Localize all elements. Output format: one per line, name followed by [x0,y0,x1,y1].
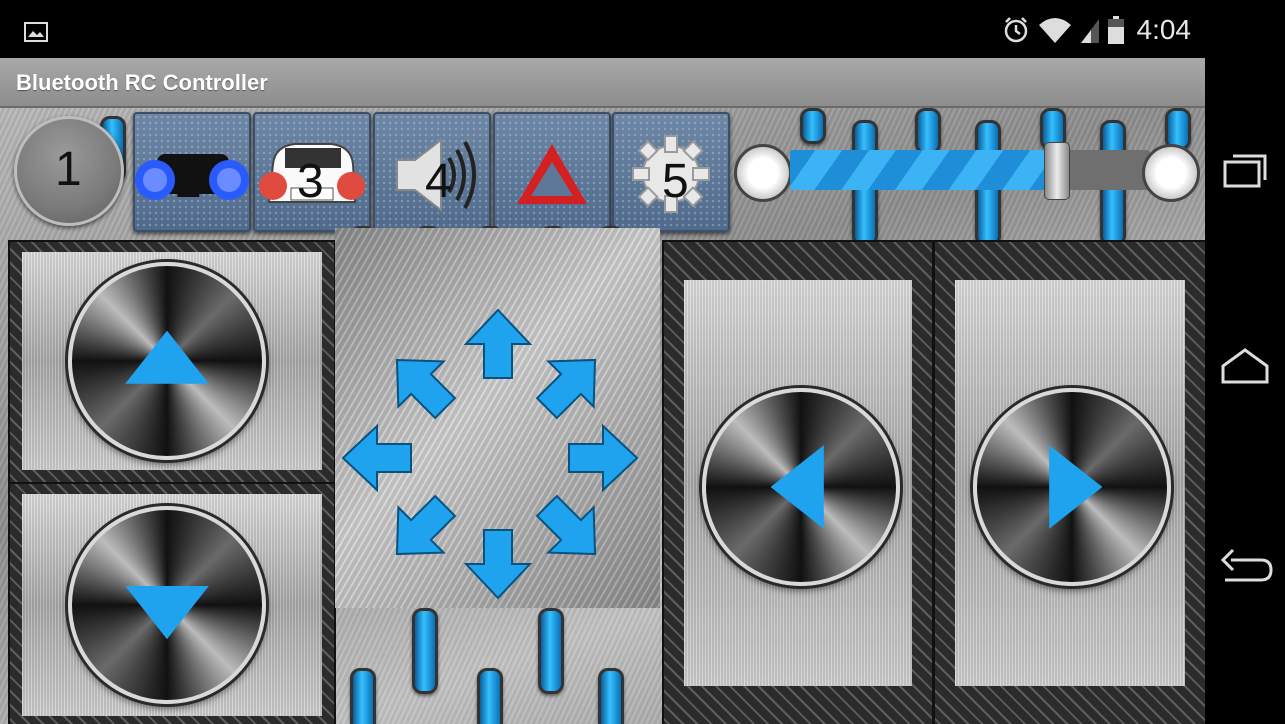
dpad-up-button[interactable] [460,306,536,382]
home-button[interactable] [1217,340,1273,396]
decor-slot [538,608,564,694]
home-icon [1221,348,1269,384]
action-bar: Bluetooth RC Controller [0,58,1205,108]
button-number: 4 [425,155,452,208]
decor-slot [477,668,503,724]
arrow-up-left-icon [395,358,457,420]
dpad-up-right-button[interactable] [533,346,609,422]
right-arrow-icon [1049,445,1103,529]
arrow-right-icon [568,423,639,493]
hazard-button[interactable] [493,112,611,232]
recents-button[interactable] [1217,144,1273,200]
button-number: 5 [662,155,689,208]
alarm-icon [1004,17,1027,43]
dpad [335,228,660,608]
navigation-bar [1205,0,1285,724]
dpad-down-right-button[interactable] [533,492,609,568]
button-number: 1 [55,143,82,196]
arrow-down-right-icon [535,494,597,556]
front-lights-toggle[interactable]: 1 [14,116,124,226]
back-button[interactable] [1217,540,1273,596]
battery-icon [1107,16,1124,44]
status-clock: 4:04 [1136,14,1192,45]
arrow-left-icon [341,423,412,493]
forward-button[interactable] [68,262,266,460]
dpad-down-button[interactable] [460,526,536,602]
arrow-up-right-icon [535,358,597,420]
arrow-up-icon [463,308,533,379]
slow-speed-icon [734,144,792,202]
rear-lights-button[interactable]: 3 [253,112,371,232]
speed-slider[interactable] [730,138,1205,202]
horn-button[interactable]: 4 [373,112,491,232]
hazard-triangle-icon [517,144,587,204]
toolbar: 1 2 3 4 5 [0,108,1205,238]
button-number: 2 [175,155,202,208]
back-icon [1220,548,1273,582]
controller-area: 1 2 3 4 5 [0,108,1205,724]
fast-speed-icon [1142,144,1200,202]
right-panel [933,240,1205,724]
wifi-icon [1038,18,1071,43]
decor-slot [412,608,438,694]
dpad-left-button[interactable] [339,420,415,496]
app-title: Bluetooth RC Controller [16,70,268,95]
backward-panel [8,482,336,724]
dpad-up-left-button[interactable] [383,346,459,422]
button-number: 3 [297,155,324,208]
image-icon [24,22,48,42]
police-lights-button[interactable]: 2 [133,112,251,232]
slider-thumb[interactable] [1044,142,1071,200]
arrow-down-left-icon [395,494,457,556]
decor-slot [350,668,376,724]
left-panel [662,240,934,724]
forward-panel [8,240,336,484]
dpad-down-left-button[interactable] [383,492,459,568]
recents-icon [1223,154,1267,188]
settings-button[interactable]: 5 [612,112,730,232]
status-bar: 4:04 [0,0,1205,58]
up-arrow-icon [125,330,209,384]
left-arrow-icon [770,445,824,529]
dpad-right-button[interactable] [565,420,641,496]
left-button[interactable] [702,388,900,586]
slider-track [790,150,1150,190]
arrow-down-icon [463,529,533,600]
down-arrow-icon [125,586,209,640]
right-button[interactable] [973,388,1171,586]
signal-icon [1080,19,1099,43]
decor-slot [598,668,624,724]
slider-fill [790,150,1057,190]
backward-button[interactable] [68,506,266,704]
